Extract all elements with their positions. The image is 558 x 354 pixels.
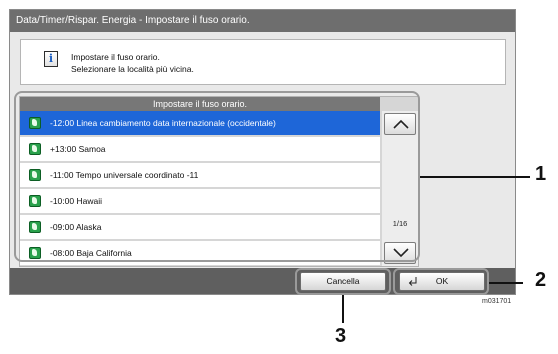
ok-highlight-frame <box>393 268 489 295</box>
window-title: Data/Timer/Rispar. Energia - Impostare i… <box>10 10 515 32</box>
info-message-line-2: Selezionare la località più vicina. <box>71 64 194 74</box>
info-icon: i <box>44 51 58 67</box>
cancel-highlight-frame <box>295 268 391 295</box>
info-message-line-1: Impostare il fuso orario. <box>71 52 160 62</box>
callout-1-leader <box>420 176 530 178</box>
callout-number-2: 2 <box>535 269 547 291</box>
list-highlight-frame <box>14 91 420 262</box>
info-message-box: i Impostare il fuso orario. Selezionare … <box>20 39 506 85</box>
callout-2-leader <box>489 282 523 284</box>
figure-code: m031701 <box>482 298 512 305</box>
callout-3-leader <box>342 295 344 323</box>
callout-number-3: 3 <box>335 325 347 347</box>
callout-number-1: 1 <box>535 163 547 185</box>
